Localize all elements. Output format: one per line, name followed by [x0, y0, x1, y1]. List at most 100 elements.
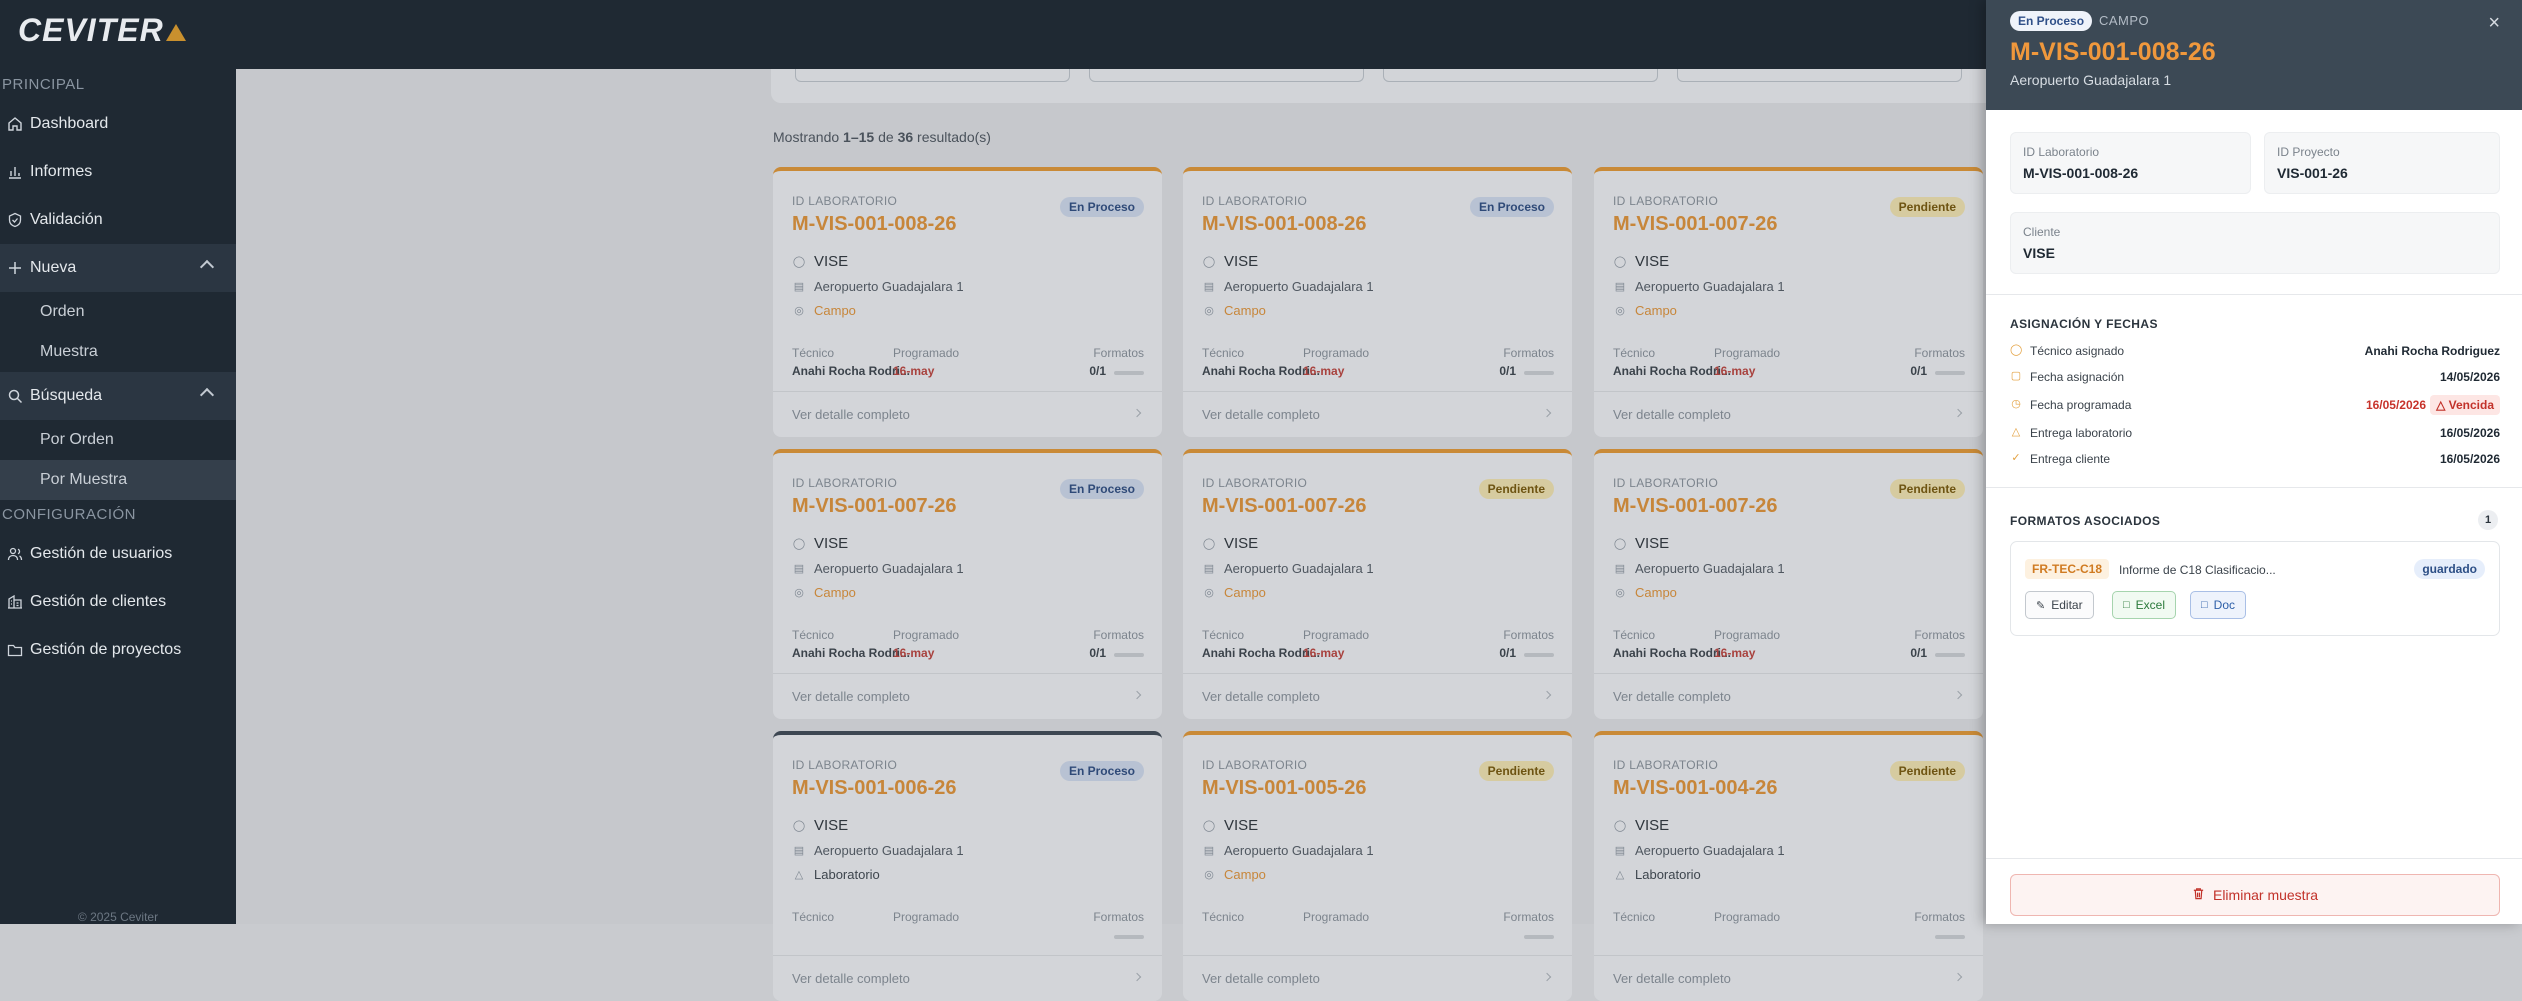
card-type: ◎ Campo: [1613, 585, 1677, 600]
programado-value: 16-may: [1303, 364, 1345, 378]
formatos-value: 0/1: [1910, 646, 1927, 660]
status-badge: En Proceso: [1059, 761, 1144, 781]
sidebar-item-label: Gestión de clientes: [30, 593, 167, 610]
user-icon: ◯: [1202, 256, 1216, 268]
sidebar-item-informes[interactable]: Informes: [0, 148, 236, 196]
card-client: ◯ VISE: [1613, 253, 1669, 270]
brand-logo[interactable]: CEVITER: [18, 12, 186, 49]
card-client: ◯ VISE: [1202, 817, 1258, 834]
logo-triangle-icon: [165, 24, 186, 41]
edit-label: Editar: [2051, 598, 2083, 612]
close-icon[interactable]: ×: [2488, 12, 2500, 35]
sidebar-item-orden[interactable]: Orden: [0, 292, 236, 332]
building-icon: ▤: [1203, 563, 1215, 575]
formatos-label: Formatos: [1914, 628, 1965, 642]
formatos-label: Formatos: [1503, 628, 1554, 642]
card-footer[interactable]: Ver detalle completo: [1183, 673, 1572, 719]
doc-label: Doc: [2213, 598, 2235, 612]
card-footer[interactable]: Ver detalle completo: [773, 391, 1162, 437]
status-badge: En Proceso: [2010, 11, 2093, 31]
sample-card[interactable]: ID LABORATORIO M-VIS-001-005-26 Pendiente ◯…: [1183, 731, 1572, 1001]
type-name: Campo: [1224, 867, 1266, 882]
user-icon: ◯: [792, 538, 806, 550]
type-name: Campo: [1224, 303, 1266, 318]
doc-button[interactable]: □ Doc: [2190, 591, 2246, 619]
results-mid: de: [874, 129, 898, 145]
filter-field[interactable]: [1383, 69, 1658, 82]
card-footer[interactable]: Ver detalle completo: [1183, 955, 1572, 1001]
results-prefix: Mostrando: [773, 129, 844, 145]
sidebar-item-muestra[interactable]: Muestra: [0, 332, 236, 372]
detail-link[interactable]: Ver detalle completo: [1613, 407, 1731, 422]
programado-label: Programado: [1303, 910, 1370, 924]
formatos-progress-bar: [1114, 371, 1144, 375]
sample-card[interactable]: ID LABORATORIO M-VIS-001-007-26 Pendiente ◯…: [1183, 449, 1572, 719]
card-footer[interactable]: Ver detalle completo: [773, 673, 1162, 719]
delete-sample-button[interactable]: Eliminar muestra: [2010, 874, 2500, 916]
card-location: ▤ Aeropuerto Guadajalara 1: [1202, 843, 1374, 858]
card-location: ▤ Aeropuerto Guadajalara 1: [1202, 279, 1374, 294]
detail-link[interactable]: Ver detalle completo: [1202, 971, 1320, 986]
detail-link[interactable]: Ver detalle completo: [1613, 971, 1731, 986]
client-name: VISE: [814, 535, 849, 552]
excel-label: Excel: [2135, 598, 2165, 612]
copyright: © 2025 Ceviter: [77, 910, 159, 924]
sidebar-item-busqueda[interactable]: Búsqueda: [0, 372, 236, 420]
sample-card[interactable]: ID LABORATORIO M-VIS-001-008-26 En Proceso…: [1183, 167, 1572, 437]
client-name: VISE: [1635, 817, 1670, 834]
filter-field[interactable]: [1677, 69, 1962, 82]
sidebar-item-validacion[interactable]: Validación: [0, 196, 236, 244]
sidebar-item-usuarios[interactable]: Gestión de usuarios: [0, 530, 236, 578]
card-type: ◎ Campo: [1613, 303, 1677, 318]
chevron-right-icon: [1953, 690, 1963, 700]
row-tecnico-asignado: ◯ Técnico asignado Anahi Rocha Rodriguez: [2010, 341, 2500, 363]
formatos-progress-bar: [1114, 653, 1144, 657]
sidebar-item-por-orden[interactable]: Por Orden: [0, 420, 236, 460]
filter-field[interactable]: [1089, 69, 1364, 82]
location-name: Aeropuerto Guadajalara 1: [1224, 561, 1374, 576]
row-value: Anahi Rocha Rodriguez: [2364, 344, 2500, 358]
sidebar-item-por-muestra[interactable]: Por Muestra: [0, 460, 236, 500]
card-location: ▤ Aeropuerto Guadajalara 1: [792, 279, 964, 294]
detail-link[interactable]: Ver detalle completo: [792, 971, 910, 986]
section-formatos-title: FORMATOS ASOCIADOS: [2010, 514, 2161, 528]
sample-card[interactable]: ID LABORATORIO M-VIS-001-007-26 Pendiente ◯…: [1594, 449, 1983, 719]
sidebar-item-proyectos[interactable]: Gestión de proyectos: [0, 626, 236, 674]
sample-card[interactable]: ID LABORATORIO M-VIS-001-007-26 En Proceso…: [773, 449, 1162, 719]
programado-label: Programado: [893, 910, 960, 924]
chevron-right-icon: [1132, 408, 1142, 418]
card-client: ◯ VISE: [1202, 253, 1258, 270]
card-client: ◯ VISE: [1613, 817, 1669, 834]
building-icon: ▤: [1203, 845, 1215, 857]
formatos-label: Formatos: [1093, 910, 1144, 924]
card-id-label: ID LABORATORIO: [1202, 758, 1308, 772]
sample-card[interactable]: ID LABORATORIO M-VIS-001-004-26 Pendiente ◯…: [1594, 731, 1983, 1001]
filter-field[interactable]: [795, 69, 1070, 82]
card-footer[interactable]: Ver detalle completo: [1594, 955, 1983, 1001]
card-footer[interactable]: Ver detalle completo: [1183, 391, 1572, 437]
sample-card[interactable]: ID LABORATORIO M-VIS-001-006-26 En Proceso…: [773, 731, 1162, 1001]
detail-link[interactable]: Ver detalle completo: [792, 689, 910, 704]
card-footer[interactable]: Ver detalle completo: [1594, 391, 1983, 437]
sidebar-item-clientes[interactable]: Gestión de clientes: [0, 578, 236, 626]
detail-link[interactable]: Ver detalle completo: [1202, 689, 1320, 704]
sample-card[interactable]: ID LABORATORIO M-VIS-001-008-26 En Proceso…: [773, 167, 1162, 437]
detail-link[interactable]: Ver detalle completo: [1613, 689, 1731, 704]
detail-link[interactable]: Ver detalle completo: [792, 407, 910, 422]
detail-link[interactable]: Ver detalle completo: [1202, 407, 1320, 422]
card-id-label: ID LABORATORIO: [1202, 476, 1308, 490]
excel-button[interactable]: □ Excel: [2112, 591, 2176, 619]
chevron-right-icon: [1132, 690, 1142, 700]
sidebar-item-nueva[interactable]: Nueva: [0, 244, 236, 292]
programado-label: Programado: [1714, 346, 1781, 360]
type-name: Campo: [1635, 303, 1677, 318]
card-footer[interactable]: Ver detalle completo: [773, 955, 1162, 1001]
section-principal: PRINCIPAL: [2, 76, 85, 93]
edit-button[interactable]: ✎ Editar: [2025, 591, 2094, 619]
sample-card[interactable]: ID LABORATORIO M-VIS-001-007-26 Pendiente ◯…: [1594, 167, 1983, 437]
section-configuracion: CONFIGURACIÓN: [2, 506, 136, 523]
card-id: M-VIS-001-008-26: [1202, 213, 1367, 235]
card-footer[interactable]: Ver detalle completo: [1594, 673, 1983, 719]
sidebar-item-dashboard[interactable]: Dashboard: [0, 100, 236, 148]
formatos-label: Formatos: [1093, 628, 1144, 642]
